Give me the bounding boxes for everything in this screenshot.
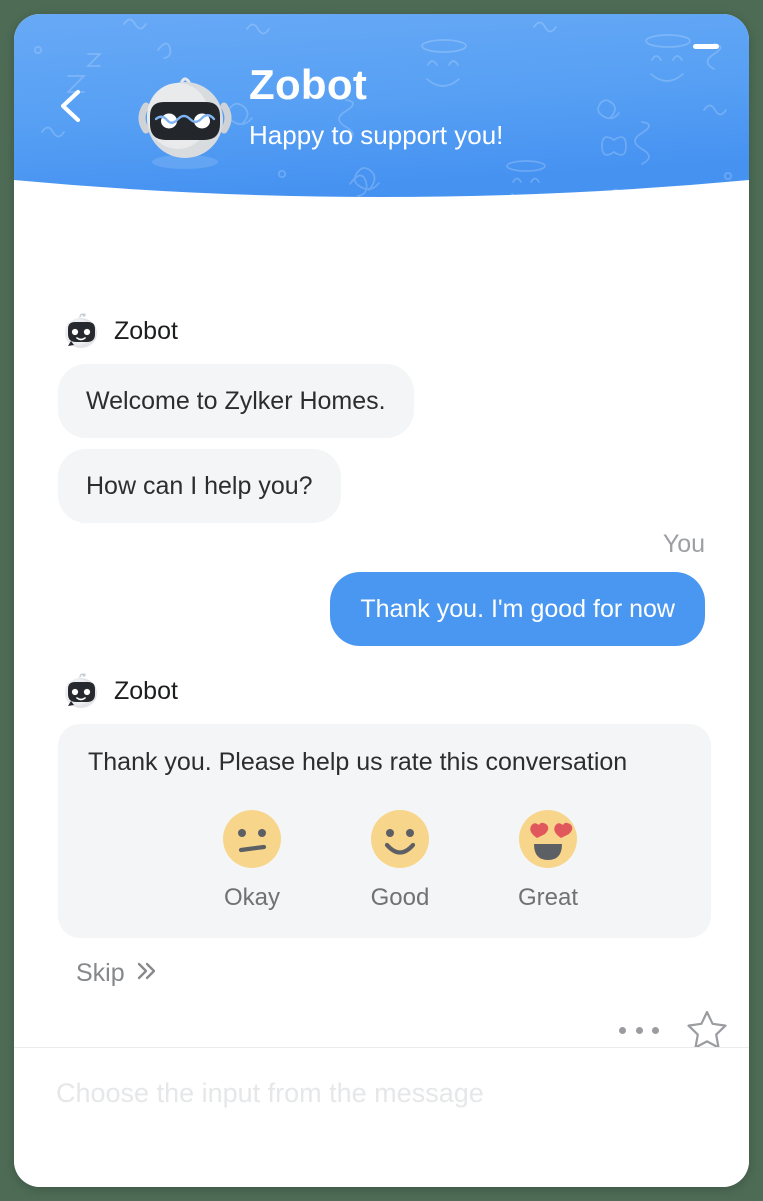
smiling-face-emoji [371,810,429,868]
rating-card: Thank you. Please help us rate this conv… [58,724,711,938]
more-options-button[interactable] [619,1018,659,1042]
more-options-icon [619,1026,626,1034]
rating-option-label: Okay [223,884,280,911]
neutral-face-emoji [223,810,281,868]
message-group-bot-2: Zobot Thank you. Please help us rate thi… [14,669,749,988]
back-button[interactable] [52,84,92,128]
header-text-block: Zobot Happy to support you! [249,60,679,152]
bot-message-bubble: Welcome to Zylker Homes. [58,364,414,438]
sender-name: Zobot [114,317,178,345]
rating-option-label: Great [517,884,579,911]
minimize-button[interactable] [693,36,719,56]
user-bubble-row: Thank you. I'm good for now [14,572,749,646]
double-chevron-right-icon [134,959,158,988]
sender-name: You [662,530,705,558]
chat-header: Zobot Happy to support you! [14,14,749,214]
chat-title: Zobot [249,61,368,108]
message-group-user: You Thank you. I'm good for now [14,529,749,646]
bot-avatar-icon [65,673,97,708]
robot-avatar-icon [138,77,232,169]
header-content: Zobot Happy to support you! [14,14,749,194]
message-input[interactable] [56,1076,696,1110]
rating-option-great[interactable]: Great [474,808,622,912]
message-group-bot-1: Zobot Welcome to Zylker Homes. How can I… [14,309,749,523]
rating-option-okay[interactable]: Okay [178,808,326,912]
star-outline-icon [687,1010,727,1049]
conversation-area[interactable]: Zobot Welcome to Zylker Homes. How can I… [14,214,749,1049]
chevron-left-icon [60,89,81,123]
heart-eyes-face-emoji [519,810,577,868]
composer [14,1048,749,1187]
more-options-icon [652,1026,659,1034]
chat-widget: Zobot Happy to support you! Zobot Welcom… [14,14,749,1187]
rating-question: Thank you. Please help us rate this conv… [88,748,628,776]
rating-options: Okay Good Great [58,808,711,912]
skip-label: Skip [76,959,125,987]
minimize-icon [693,44,719,49]
more-options-icon [635,1026,643,1034]
sender-name: Zobot [114,677,178,705]
rating-option-good[interactable]: Good [326,808,474,912]
bot-avatar-icon [65,313,97,348]
chat-subtitle: Happy to support you! [249,120,504,150]
user-message-bubble: Thank you. I'm good for now [330,572,705,646]
sender-row: Zobot [14,669,749,713]
screen: Zobot Happy to support you! Zobot Welcom… [0,0,763,1201]
sender-row: Zobot [14,309,749,353]
rate-star-button[interactable] [685,1007,729,1051]
skip-button[interactable]: Skip [76,958,158,988]
rating-option-label: Good [370,884,430,911]
bot-message-bubble: How can I help you? [58,449,341,523]
